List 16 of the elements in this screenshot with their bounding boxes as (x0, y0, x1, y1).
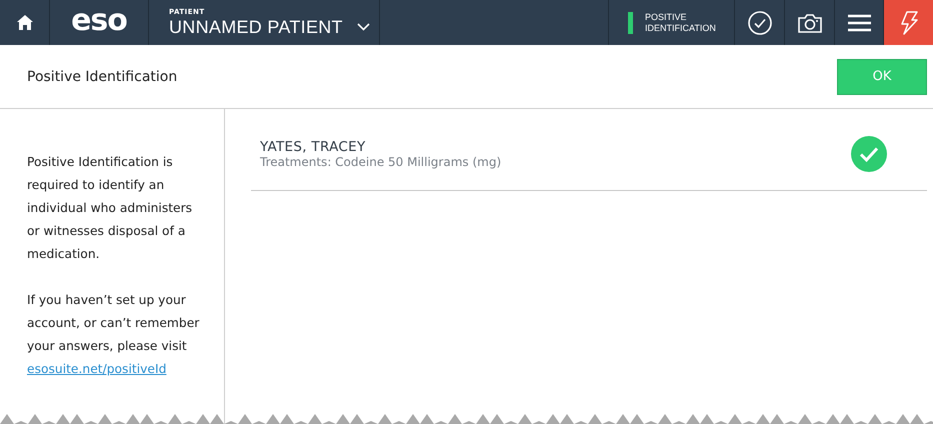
ok-button[interactable]: OK (837, 58, 927, 94)
lightning-icon[interactable] (898, 10, 918, 34)
treatment-detail: Treatments: Codeine 50 Milligrams (mg) (260, 155, 502, 169)
patient-name: UNNAMED PATIENT (169, 17, 343, 37)
person-name: YATES, TRACEY (260, 139, 366, 155)
positive-id-link[interactable]: esosuite.net/positiveId (27, 362, 166, 376)
logo: eso (71, 6, 127, 36)
status-label: POSITIVE IDENTIFICATION (645, 12, 717, 34)
home-icon[interactable] (16, 15, 32, 30)
info-text: If you haven’t set up your account, or can’t remember your answers, please visit (27, 292, 200, 355)
info-text: Positive Identification is required to identify an individual who administers or witnesses disposal of a medication. (27, 154, 194, 263)
chevron-down-icon[interactable] (356, 23, 370, 31)
menu-icon[interactable] (848, 14, 870, 32)
camera-icon[interactable] (798, 12, 822, 32)
page-title: Positive Identification (27, 68, 178, 84)
check-circle-icon[interactable] (748, 10, 772, 34)
